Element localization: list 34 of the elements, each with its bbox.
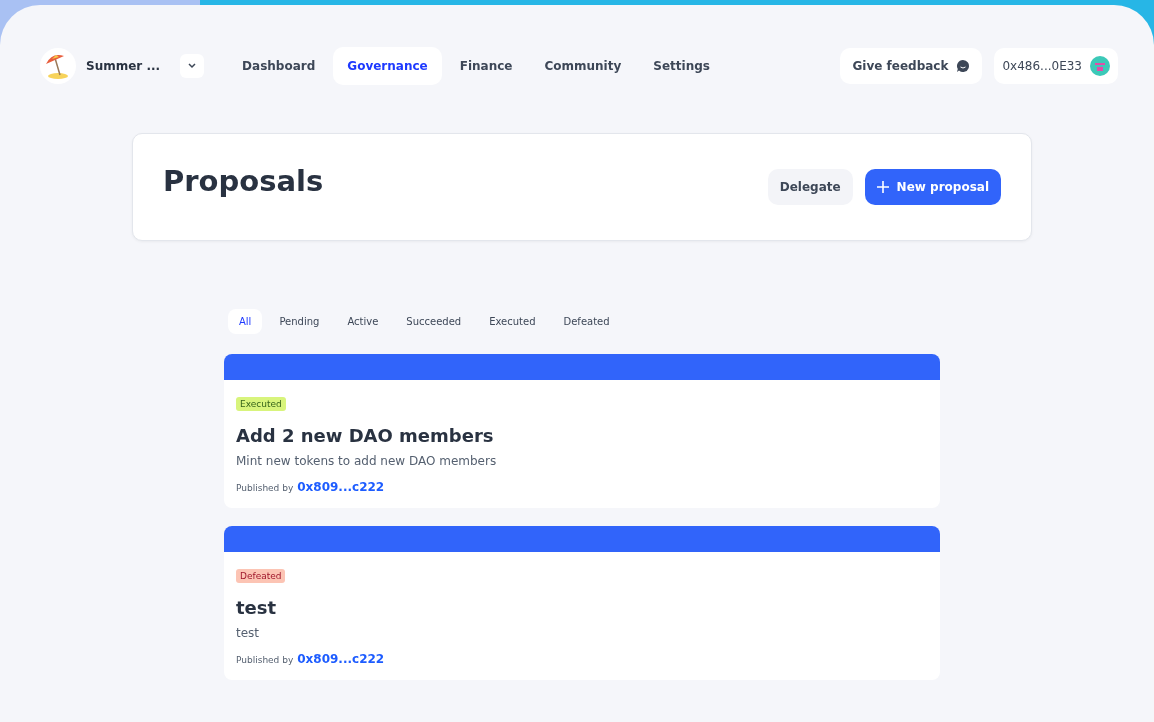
nav-tab[interactable]: Dashboard — [228, 47, 330, 85]
filter-tab[interactable]: Pending — [268, 309, 331, 334]
proposal-title: test — [236, 597, 278, 618]
proposal-card[interactable]: Defeated test test Published by 0x809...c222 — [224, 526, 940, 680]
nav-tab[interactable]: Governance — [333, 47, 442, 85]
proposal-title: Add 2 new DAO members — [236, 425, 495, 446]
filter-tab[interactable]: Executed — [478, 309, 547, 334]
filter-tab[interactable]: Defeated — [552, 309, 621, 334]
new-proposal-button[interactable]: New proposal — [864, 169, 1001, 205]
plus-icon — [876, 181, 889, 193]
filter-tab[interactable]: Succeeded — [395, 309, 473, 334]
proposal-description: test — [236, 626, 261, 640]
filter-tab[interactable]: Active — [336, 309, 390, 334]
delegate-button[interactable]: Delegate — [767, 169, 853, 205]
filter-tab[interactable]: All — [228, 309, 263, 334]
dao-dropdown-button[interactable] — [180, 54, 205, 78]
wallet-button[interactable]: 0x486...0E33 — [994, 48, 1118, 84]
feedback-button[interactable]: Give feedback — [840, 48, 983, 84]
chevron-down-icon — [188, 63, 197, 69]
nav-tab[interactable]: Finance — [445, 47, 527, 85]
status-tag: Executed — [236, 397, 286, 411]
author-link[interactable]: 0x809...c222 — [297, 652, 385, 666]
author-link[interactable]: 0x809...c222 — [297, 480, 385, 494]
proposal-card[interactable]: Executed Add 2 new DAO members Mint new tokens to add new DAO members Published by 0x809...c222 — [224, 354, 940, 508]
chat-smile-icon — [956, 59, 971, 73]
status-tag: Defeated — [236, 569, 286, 583]
avatar-icon — [1090, 56, 1110, 76]
nav-tab[interactable]: Community — [530, 47, 636, 85]
page-title: Proposals — [163, 164, 324, 198]
proposal-description: Mint new tokens to add new DAO members — [236, 454, 498, 468]
dao-name: Summer ... — [86, 59, 161, 73]
published-by-label: Published by — [236, 483, 294, 493]
nav-tab[interactable]: Settings — [639, 47, 724, 85]
published-by-label: Published by — [236, 655, 294, 665]
